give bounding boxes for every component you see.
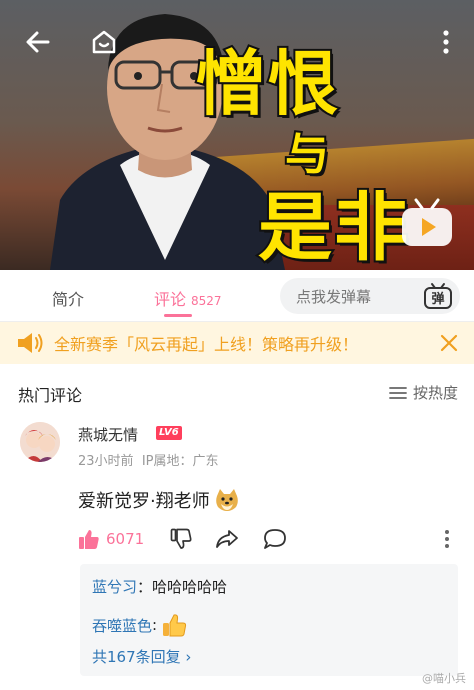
comments-count: 8527 — [191, 294, 222, 308]
reply-button[interactable] — [262, 526, 288, 552]
reply-separator: : — [152, 616, 158, 634]
hot-comments-header: 热门评论 按热度 — [0, 378, 474, 406]
thumbs-up-emoji-icon — [163, 614, 187, 637]
danmaku-toggle-button[interactable]: 弹 — [418, 280, 458, 312]
more-vertical-icon — [443, 30, 449, 54]
back-button[interactable] — [20, 24, 56, 60]
comment-text: 爱新觉罗·翔老师 — [78, 491, 210, 512]
home-button[interactable] — [86, 24, 122, 60]
tv-play-icon — [402, 198, 452, 246]
overlay-title-line1: 憎恨 — [194, 41, 340, 127]
danmaku-placeholder: 点我发弹幕 — [296, 287, 372, 306]
dislike-button[interactable] — [168, 526, 194, 552]
share-arrow-icon — [216, 530, 238, 548]
tab-comments[interactable]: 评论 8527 — [154, 286, 222, 310]
comment-username[interactable]: 燕城无情 — [78, 424, 138, 445]
video-player[interactable]: 憎恨 与 是非 — [0, 0, 474, 270]
reply-item[interactable]: 吞噬蓝色: — [92, 612, 187, 638]
tab-bar: 简介 评论 8527 点我发弹幕 弹 — [0, 270, 474, 322]
comment-more-icon[interactable] — [438, 528, 456, 550]
tv-play-button[interactable] — [398, 196, 456, 250]
like-count: 6071 — [106, 530, 145, 548]
reply-author[interactable]: 蓝兮习 — [92, 576, 137, 597]
level-badge: LV6 — [156, 426, 182, 440]
close-icon[interactable] — [438, 332, 460, 354]
reply-author[interactable]: 吞噬蓝色 — [92, 615, 152, 636]
svg-text:弹: 弹 — [431, 291, 444, 307]
tab-intro[interactable]: 简介 — [52, 286, 84, 310]
active-tab-indicator — [164, 314, 192, 317]
back-arrow-icon — [26, 31, 50, 53]
doge-emoji-icon — [215, 489, 238, 511]
comment-content: 爱新觉罗·翔老师 — [78, 487, 240, 513]
speaker-icon — [18, 333, 43, 353]
watermark: @喵小兵 — [422, 672, 466, 685]
sort-lines-icon — [389, 386, 407, 399]
announcement-text: 全新赛季「风云再起」上线！策略再升级！ — [54, 335, 359, 354]
reply-separator: ： — [137, 578, 153, 596]
sort-label: 按热度 — [412, 384, 458, 402]
view-more-replies-link[interactable]: 共167条回复 › — [92, 646, 191, 667]
like-button[interactable]: 6071 — [78, 528, 144, 550]
announcement-banner[interactable]: 全新赛季「风云再起」上线！策略再升级！ — [0, 322, 474, 364]
comment-actions: 6071 — [78, 526, 286, 552]
comment-time: 23小时前 — [78, 454, 134, 469]
thumbs-down-icon — [170, 528, 192, 549]
comment-ip-location: IP属地：广东 — [141, 454, 219, 469]
reply-preview-box[interactable]: 蓝兮习：哈哈哈哈哈 吞噬蓝色: 共167条回复 › — [80, 564, 458, 676]
sort-button[interactable]: 按热度 — [389, 382, 458, 403]
share-button[interactable] — [214, 526, 240, 552]
reply-text: 哈哈哈哈哈 — [152, 578, 228, 596]
overlay-title-line3: 是非 — [256, 183, 410, 270]
thumbs-up-icon — [79, 530, 99, 549]
tab-comments-label: 评论 — [154, 290, 187, 309]
comment-meta: 23小时前 IP属地：广东 — [78, 450, 219, 469]
danmaku-toggle-icon: 弹 — [424, 283, 452, 309]
avatar-image — [20, 422, 60, 462]
reply-item[interactable]: 蓝兮习：哈哈哈哈哈 — [92, 576, 227, 597]
more-options-button[interactable] — [432, 24, 460, 60]
avatar[interactable] — [20, 422, 60, 462]
home-face-icon — [92, 30, 116, 54]
danmaku-input[interactable]: 点我发弹幕 弹 — [280, 278, 460, 314]
hot-comments-title: 热门评论 — [18, 386, 83, 405]
chat-bubble-icon — [264, 529, 286, 549]
